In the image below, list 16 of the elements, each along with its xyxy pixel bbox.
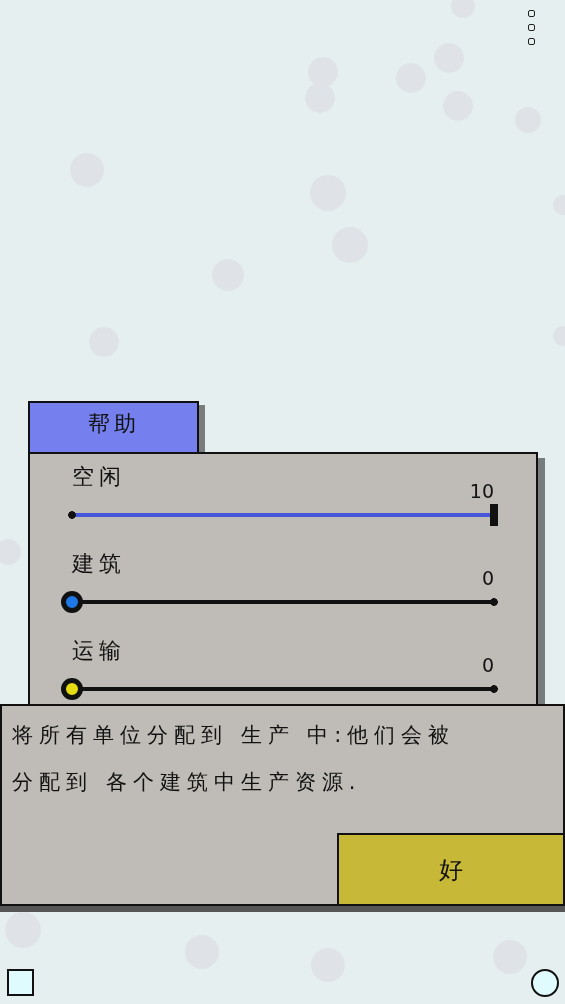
slider-thumb[interactable]	[490, 504, 498, 526]
menu-icon[interactable]	[528, 10, 535, 45]
slider-label: 空闲	[72, 463, 126, 491]
background-dot	[5, 912, 41, 948]
slider-label: 建筑	[72, 550, 126, 578]
slider-thumb[interactable]	[61, 678, 83, 700]
ok-button[interactable]: 好	[337, 833, 563, 904]
slider-reading: 0	[481, 654, 494, 676]
message-text: 将所有单位分配到 生产 中:他们会被	[12, 722, 457, 749]
slider-thumb[interactable]	[61, 591, 83, 613]
slider-reading: 0	[481, 567, 494, 589]
square-icon[interactable]	[7, 969, 34, 996]
message-text: 分配到 各个建筑中生产资源.	[12, 769, 363, 796]
circle-icon[interactable]	[531, 969, 559, 997]
slider-label: 运输	[72, 637, 126, 665]
slider-reading: 10	[469, 480, 494, 502]
